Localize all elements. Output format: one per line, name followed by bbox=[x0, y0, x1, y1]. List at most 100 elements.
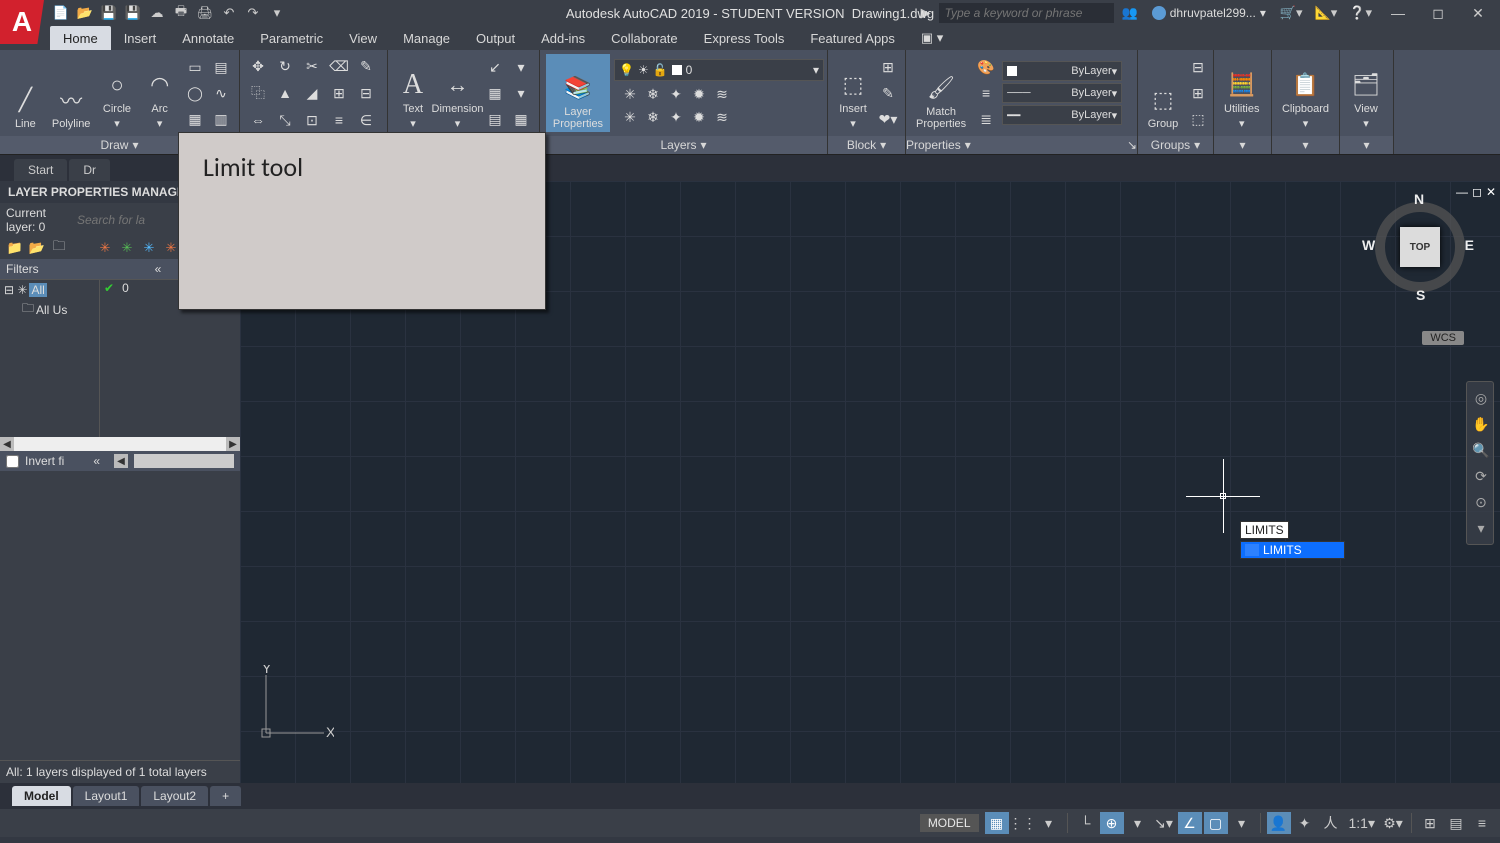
qat-plot-icon[interactable]: 🖶 bbox=[170, 3, 192, 23]
tab-express[interactable]: Express Tools bbox=[691, 26, 798, 50]
status-iso-icon[interactable]: ↘▾ bbox=[1152, 812, 1176, 834]
layer-combo[interactable]: 💡 ☀ 🔓 0 ▾ bbox=[614, 59, 824, 81]
status-snap-dd-icon[interactable]: ▾ bbox=[1037, 812, 1061, 834]
spline-icon[interactable]: ∿ bbox=[209, 81, 233, 105]
status-menu-icon[interactable]: ≡ bbox=[1470, 812, 1494, 834]
edit-block-icon[interactable]: ✎ bbox=[876, 81, 900, 105]
qat-new-icon[interactable]: 📄 bbox=[50, 3, 72, 23]
help-icon[interactable]: ❔▾ bbox=[1345, 5, 1376, 21]
copy-icon[interactable]: ⿻ bbox=[246, 81, 270, 105]
polyline-button[interactable]: 〰Polyline bbox=[49, 54, 94, 132]
people-icon[interactable]: 👥 bbox=[1118, 5, 1142, 21]
tab-drawing[interactable]: Dr bbox=[69, 159, 110, 181]
qat-dropdown-icon[interactable]: ▾ bbox=[266, 3, 288, 23]
tab-manage[interactable]: Manage bbox=[390, 26, 463, 50]
status-snap-icon[interactable]: ⋮⋮ bbox=[1011, 812, 1035, 834]
line-button[interactable]: ╱Line bbox=[6, 54, 45, 132]
layoff-icon[interactable]: ✳ bbox=[618, 83, 642, 107]
invert-filter-checkbox[interactable] bbox=[6, 455, 19, 468]
attr-icon[interactable]: ❤▾ bbox=[876, 107, 900, 131]
create-block-icon[interactable]: ⊞ bbox=[876, 55, 900, 79]
list-scroll-left[interactable]: ◀ bbox=[114, 454, 128, 468]
tab-parametric[interactable]: Parametric bbox=[247, 26, 336, 50]
tab-extra-icon[interactable]: ▣ ▾ bbox=[908, 26, 956, 50]
status-sel-icon[interactable]: 人 bbox=[1319, 812, 1343, 834]
layout-add[interactable]: + bbox=[210, 786, 241, 806]
status-polar-dd[interactable]: ▾ bbox=[1126, 812, 1150, 834]
laycur-icon[interactable]: ❄ bbox=[641, 106, 665, 130]
invert-collapse-icon[interactable]: « bbox=[93, 454, 100, 468]
status-otrack-icon[interactable]: ▢ bbox=[1204, 812, 1228, 834]
rotate-icon[interactable]: ↻ bbox=[273, 54, 297, 78]
nav-wheel-icon[interactable]: ◎ bbox=[1469, 386, 1493, 410]
arc-button[interactable]: ◠Arc▾ bbox=[140, 54, 179, 132]
nav-zoom-icon[interactable]: 🔍 bbox=[1469, 438, 1493, 462]
utilities-button[interactable]: 🧮Utilities▾ bbox=[1220, 54, 1263, 132]
qat-cloud-icon[interactable]: ☁ bbox=[146, 3, 168, 23]
leader-icon[interactable]: ↙ bbox=[483, 55, 507, 79]
status-gear-icon[interactable]: ⚙▾ bbox=[1381, 812, 1405, 834]
circle-button[interactable]: ○Circle▾ bbox=[98, 54, 137, 132]
status-scale-label[interactable]: 1:1▾ bbox=[1345, 812, 1380, 834]
anno-dd3-icon[interactable]: ▦ bbox=[509, 107, 533, 131]
status-cust1-icon[interactable]: ⊞ bbox=[1418, 812, 1442, 834]
region-icon[interactable]: ▦ bbox=[183, 107, 207, 131]
nav-show-icon[interactable]: ⊙ bbox=[1469, 490, 1493, 514]
table-anno-icon[interactable]: ▦ bbox=[483, 81, 507, 105]
array-icon[interactable]: ⊞ bbox=[327, 81, 351, 105]
tab-output[interactable]: Output bbox=[463, 26, 528, 50]
keyword-search-input[interactable] bbox=[939, 3, 1114, 23]
tab-start[interactable]: Start bbox=[14, 159, 67, 181]
insert-block-button[interactable]: ⬚Insert▾ bbox=[834, 54, 872, 132]
linetype-combo[interactable]: ───ByLayer ▾ bbox=[1002, 83, 1122, 103]
hatch-icon[interactable]: ▤ bbox=[209, 55, 233, 79]
group-sel-icon[interactable]: ⬚ bbox=[1186, 107, 1210, 131]
move-icon[interactable]: ✥ bbox=[246, 54, 270, 78]
app-logo[interactable]: A bbox=[0, 0, 44, 44]
status-polar-icon[interactable]: ⊕ bbox=[1100, 812, 1124, 834]
tree-scrollbar[interactable]: ◀▶ bbox=[0, 437, 240, 451]
tab-insert[interactable]: Insert bbox=[111, 26, 170, 50]
tab-featured[interactable]: Featured Apps bbox=[797, 26, 908, 50]
layout-1[interactable]: Layout1 bbox=[73, 786, 140, 806]
lp-new-icon[interactable]: 📁 bbox=[6, 239, 24, 257]
status-osnap-icon[interactable]: ∠ bbox=[1178, 812, 1202, 834]
list2-icon[interactable]: ≣ bbox=[974, 107, 998, 131]
qat-open-icon[interactable]: 📂 bbox=[74, 3, 96, 23]
window-close-icon[interactable]: ✕ bbox=[1460, 2, 1496, 24]
tab-collaborate[interactable]: Collaborate bbox=[598, 26, 691, 50]
layout-2[interactable]: Layout2 bbox=[141, 786, 208, 806]
status-model[interactable]: MODEL bbox=[920, 814, 979, 832]
clipboard-button[interactable]: 📋Clipboard▾ bbox=[1278, 54, 1333, 132]
lineweight-combo[interactable]: ━━ByLayer ▾ bbox=[1002, 105, 1122, 125]
list-icon[interactable]: ≡ bbox=[974, 81, 998, 105]
lp-cur-icon[interactable]: ✳ bbox=[140, 239, 158, 257]
layprev-icon[interactable]: ✦ bbox=[664, 106, 688, 130]
group-button[interactable]: ⬚Group bbox=[1144, 54, 1182, 132]
laymatch-icon[interactable]: ✳ bbox=[618, 106, 642, 130]
lp-state-icon[interactable]: ✳ bbox=[96, 239, 114, 257]
rect-icon[interactable]: ▭ bbox=[183, 55, 207, 79]
tab-annotate[interactable]: Annotate bbox=[169, 26, 247, 50]
viewcube[interactable]: TOP N S E W bbox=[1370, 197, 1470, 297]
dimension-button[interactable]: ↔Dimension▾ bbox=[436, 54, 479, 132]
window-maximize-icon[interactable]: ◻ bbox=[1420, 2, 1456, 24]
tree-root[interactable]: ⊟ ✳ All bbox=[2, 282, 97, 298]
dynamic-input[interactable]: LIMITS bbox=[1240, 521, 1289, 539]
qat-print-icon[interactable]: 🖨 bbox=[194, 3, 216, 23]
lp-del-icon[interactable]: ✳ bbox=[118, 239, 136, 257]
scale-icon[interactable]: ⤡ bbox=[273, 108, 297, 132]
layunlock-icon[interactable]: ≋ bbox=[710, 106, 734, 130]
nav-pan-icon[interactable]: ✋ bbox=[1469, 412, 1493, 436]
tree-allused[interactable]: 🗀 All Us bbox=[2, 298, 97, 321]
ungroup-icon[interactable]: ⊟ bbox=[1186, 55, 1210, 79]
qat-saveas-icon[interactable]: 💾 bbox=[122, 3, 144, 23]
nav-dd-icon[interactable]: ▾ bbox=[1469, 516, 1493, 540]
status-trn-icon[interactable]: ✦ bbox=[1293, 812, 1317, 834]
status-grid-icon[interactable]: ▦ bbox=[985, 812, 1009, 834]
match-props-button[interactable]: 🖌Match Properties bbox=[912, 54, 970, 132]
cloud-icon[interactable]: ▤ bbox=[483, 107, 507, 131]
lp-filter-icon[interactable]: 🗀 bbox=[50, 239, 68, 257]
window-minimize-icon[interactable]: — bbox=[1380, 2, 1416, 24]
fillet-icon[interactable]: ◢ bbox=[300, 81, 324, 105]
